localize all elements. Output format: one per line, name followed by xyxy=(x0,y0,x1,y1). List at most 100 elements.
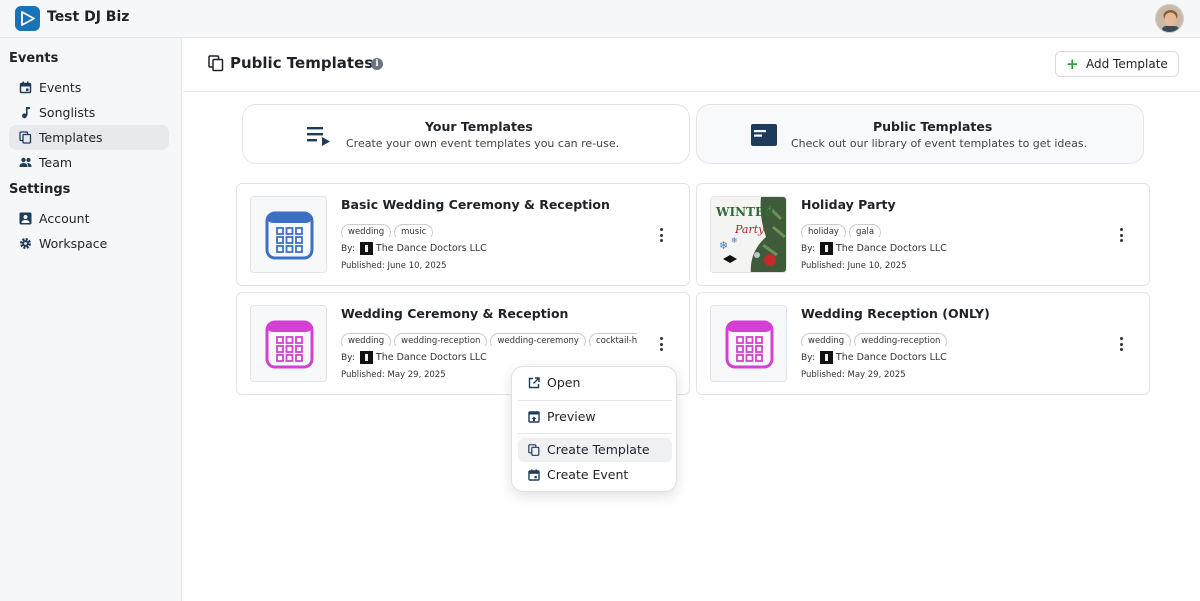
thumb-party-text: Party xyxy=(734,223,765,236)
your-templates-card[interactable]: Your Templates Create your own event tem… xyxy=(242,104,690,164)
org-logo-icon xyxy=(359,351,373,364)
svg-text:❄: ❄ xyxy=(719,239,728,252)
sidebar-item-label: Songlists xyxy=(39,105,96,120)
sidebar-section-settings: Settings xyxy=(9,182,71,197)
calendar-grid-icon xyxy=(265,211,314,260)
tag: wedding xyxy=(801,333,852,346)
add-template-button[interactable]: + Add Template xyxy=(1055,51,1179,77)
menu-item-label: Open xyxy=(547,375,581,390)
org-name: The Dance Doctors LLC xyxy=(375,243,487,254)
sidebar-item-team[interactable]: Team xyxy=(9,150,169,175)
your-templates-title: Your Templates xyxy=(425,119,533,134)
menu-item-create-template[interactable]: Create Template xyxy=(518,438,672,462)
copy-icon xyxy=(19,131,32,144)
template-title[interactable]: Wedding Ceremony & Reception xyxy=(341,306,568,321)
add-template-label: Add Template xyxy=(1086,57,1168,71)
tag-list: wedding wedding-reception xyxy=(801,328,1097,346)
page-title: Public Templates xyxy=(230,54,374,72)
by-label: By: xyxy=(341,352,355,363)
byline: By: The Dance Doctors LLC xyxy=(341,242,487,256)
template-thumbnail xyxy=(710,305,787,382)
more-options-icon[interactable] xyxy=(655,226,669,244)
template-title[interactable]: Holiday Party xyxy=(801,197,896,212)
calendar-icon xyxy=(19,81,32,94)
app-name[interactable]: Test DJ Biz xyxy=(47,9,129,25)
music-note-icon xyxy=(22,107,30,119)
menu-item-label: Create Template xyxy=(547,442,650,457)
org-logo-icon xyxy=(819,242,833,255)
tag: music xyxy=(394,224,434,237)
template-title[interactable]: Wedding Reception (ONLY) xyxy=(801,306,990,321)
sidebar-item-workspace[interactable]: Workspace xyxy=(9,231,169,256)
org-logo-icon xyxy=(819,351,833,364)
account-box-icon xyxy=(19,212,32,225)
by-label: By: xyxy=(801,352,815,363)
user-avatar[interactable] xyxy=(1155,4,1184,33)
thumb-winter-text: WINTER xyxy=(715,205,775,219)
org-name: The Dance Doctors LLC xyxy=(835,243,947,254)
more-options-icon[interactable] xyxy=(1115,335,1129,353)
your-templates-desc: Create your own event templates you can … xyxy=(346,137,620,150)
menu-item-preview[interactable]: Preview xyxy=(518,405,672,429)
tag: wedding xyxy=(341,224,392,237)
public-templates-card[interactable]: Public Templates Check out our library o… xyxy=(696,104,1144,164)
more-options-icon[interactable] xyxy=(655,335,669,353)
template-context-menu: Open Preview Create Template Create Even… xyxy=(511,366,677,492)
playlist-icon xyxy=(307,127,330,146)
by-label: By: xyxy=(341,243,355,254)
menu-item-label: Create Event xyxy=(547,467,629,482)
winter-party-image: WINTER Party ❄ ❄ xyxy=(711,197,786,272)
tag: wedding xyxy=(341,333,392,346)
template-title[interactable]: Basic Wedding Ceremony & Reception xyxy=(341,197,610,212)
plus-icon: + xyxy=(1066,55,1079,73)
web-icon xyxy=(751,124,777,146)
sidebar-item-account[interactable]: Account xyxy=(9,206,169,231)
tag: wedding-reception xyxy=(394,333,488,346)
menu-item-label: Preview xyxy=(547,409,596,424)
copy-icon xyxy=(528,444,540,456)
template-card[interactable]: WINTER Party ❄ ❄ Holiday Party holiday ga… xyxy=(696,183,1150,286)
template-thumbnail xyxy=(250,305,327,382)
tag-list: wedding music xyxy=(341,219,637,237)
menu-item-open[interactable]: Open xyxy=(518,371,672,395)
sidebar-item-label: Events xyxy=(39,80,82,95)
tag-list: holiday gala xyxy=(801,219,1097,237)
preview-icon xyxy=(528,411,540,423)
public-templates-desc: Check out our library of event templates… xyxy=(791,137,1088,150)
sidebar-item-label: Templates xyxy=(39,130,103,145)
open-external-icon xyxy=(528,377,540,389)
template-thumbnail xyxy=(250,196,327,273)
byline: By: The Dance Doctors LLC xyxy=(801,351,947,365)
more-options-icon[interactable] xyxy=(1115,226,1129,244)
tag: holiday xyxy=(801,224,846,237)
sidebar-item-templates[interactable]: Templates xyxy=(9,125,169,150)
menu-item-create-event[interactable]: Create Event xyxy=(518,463,672,487)
menu-divider xyxy=(518,400,672,401)
org-name: The Dance Doctors LLC xyxy=(835,352,947,363)
by-label: By: xyxy=(801,243,815,254)
sidebar-item-events[interactable]: Events xyxy=(9,75,169,100)
people-icon xyxy=(19,157,32,167)
calendar-grid-icon xyxy=(265,320,314,369)
app-logo-icon[interactable] xyxy=(15,6,40,31)
template-card[interactable]: Wedding Reception (ONLY) wedding wedding-… xyxy=(696,292,1150,395)
calendar-grid-icon xyxy=(725,320,774,369)
menu-divider xyxy=(518,433,672,434)
info-icon[interactable]: i xyxy=(371,58,383,70)
top-bar: Test DJ Biz xyxy=(0,0,1200,38)
template-thumbnail: WINTER Party ❄ ❄ xyxy=(710,196,787,273)
byline: By: The Dance Doctors LLC xyxy=(341,351,487,365)
byline: By: The Dance Doctors LLC xyxy=(801,242,947,256)
org-logo-icon xyxy=(359,242,373,255)
public-templates-title: Public Templates xyxy=(873,119,993,134)
tag: gala xyxy=(848,224,882,237)
sidebar-item-label: Team xyxy=(39,155,73,170)
copy-icon xyxy=(208,55,224,72)
published-date: Published: May 29, 2025 xyxy=(801,370,906,380)
sidebar-item-songlists[interactable]: Songlists xyxy=(9,100,169,125)
template-card[interactable]: Basic Wedding Ceremony & Reception weddi… xyxy=(236,183,690,286)
tag-list: wedding wedding-reception wedding-ceremony… xyxy=(341,328,637,346)
sidebar-item-label: Account xyxy=(39,211,90,226)
tag: cocktail-ho xyxy=(588,333,637,346)
gear-icon xyxy=(20,238,31,249)
